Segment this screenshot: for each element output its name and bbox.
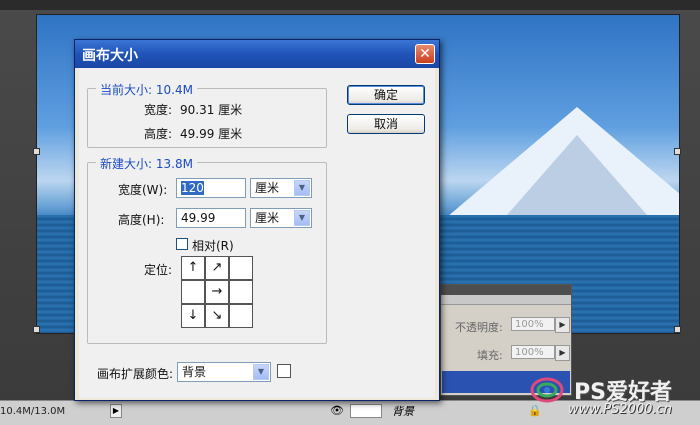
- fill-arrow-icon[interactable]: ▶: [555, 345, 570, 361]
- extension-color-value: 背景: [182, 365, 207, 379]
- new-width-label: 宽度(W):: [118, 183, 168, 197]
- chevron-down-icon[interactable]: ▼: [294, 180, 310, 196]
- layers-panel-menubar[interactable]: [441, 295, 571, 305]
- current-size-legend: 当前大小: 10.4M: [96, 81, 197, 98]
- relative-checkbox[interactable]: [176, 238, 188, 250]
- chevron-down-icon[interactable]: ▼: [253, 364, 269, 380]
- anchor-cell-middle-left[interactable]: [181, 280, 205, 304]
- watermark-logo-icon: [530, 377, 564, 403]
- cancel-button[interactable]: 取消: [347, 114, 425, 134]
- current-width-value: 90.31 厘米: [180, 103, 243, 117]
- new-height-unit: 厘米: [255, 211, 280, 225]
- eye-icon[interactable]: 👁: [330, 404, 344, 417]
- anchor-cell-bottom-right[interactable]: [229, 304, 253, 328]
- close-icon[interactable]: ✕: [415, 44, 435, 64]
- anchor-cell-bottom-center[interactable]: ↘: [205, 304, 229, 328]
- extension-color-swatch[interactable]: [277, 364, 291, 378]
- extension-color-select[interactable]: 背景 ▼: [177, 362, 271, 382]
- workspace-top-strip: [0, 0, 700, 10]
- current-height-label: 高度:: [144, 127, 173, 141]
- dialog-body: 当前大小: 10.4M 宽度: 90.31 厘米 高度: 49.99 厘米 确定…: [79, 68, 435, 398]
- opacity-field[interactable]: 100%: [511, 317, 555, 331]
- status-menu-arrow-icon[interactable]: ▶: [110, 404, 122, 418]
- ok-button[interactable]: 确定: [347, 85, 425, 105]
- chevron-down-icon[interactable]: ▼: [294, 210, 310, 226]
- anchor-grid: ↑ ↗ → ↓ ↘: [181, 256, 253, 328]
- layer-name[interactable]: 背景: [392, 403, 414, 419]
- document-size-text: 10.4M/13.0M: [0, 406, 66, 417]
- canvas-handle-bottom-right[interactable]: [674, 326, 681, 333]
- canvas-handle-bottom-left[interactable]: [33, 326, 40, 333]
- opacity-row: 不透明度: 100% ▶: [449, 317, 570, 335]
- anchor-label: 定位:: [144, 263, 173, 277]
- watermark: PS爱好者 www.PS2000.cn: [530, 372, 700, 422]
- new-width-unit-select[interactable]: 厘米 ▼: [250, 178, 312, 198]
- fill-field[interactable]: 100%: [511, 345, 555, 359]
- new-height-value: 49.99: [181, 211, 216, 225]
- anchor-cell-top-left[interactable]: ↑: [181, 256, 205, 280]
- new-size-legend: 新建大小: 13.8M: [96, 155, 197, 172]
- canvas-size-dialog: 画布大小 ✕ 当前大小: 10.4M 宽度: 90.31 厘米 高度: 49.9…: [74, 39, 440, 401]
- canvas-handle-left[interactable]: [33, 148, 40, 155]
- current-height-value: 49.99 厘米: [180, 127, 243, 141]
- layer-thumbnail: [350, 404, 382, 418]
- anchor-cell-top-right[interactable]: [229, 256, 253, 280]
- new-height-input[interactable]: 49.99: [176, 208, 246, 228]
- new-width-value: 120: [181, 181, 204, 195]
- new-height-unit-select[interactable]: 厘米 ▼: [250, 208, 312, 228]
- current-width-label: 宽度:: [144, 103, 173, 117]
- new-height-label: 高度(H):: [118, 213, 165, 227]
- anchor-cell-middle-right[interactable]: [229, 280, 253, 304]
- fill-label: 填充:: [477, 349, 503, 362]
- extension-color-label: 画布扩展颜色:: [97, 367, 174, 381]
- anchor-cell-middle-center[interactable]: →: [205, 280, 229, 304]
- current-size-group: 当前大小: 10.4M 宽度: 90.31 厘米 高度: 49.99 厘米: [87, 81, 327, 148]
- opacity-arrow-icon[interactable]: ▶: [555, 317, 570, 333]
- mountain-shade: [507, 135, 647, 215]
- new-width-unit: 厘米: [255, 181, 280, 195]
- new-width-input[interactable]: 120: [176, 178, 246, 198]
- relative-label[interactable]: 相对(R): [192, 237, 234, 254]
- fill-row: 填充: 100% ▶: [449, 345, 570, 363]
- dialog-titlebar[interactable]: 画布大小 ✕: [75, 40, 439, 68]
- anchor-cell-top-center[interactable]: ↗: [205, 256, 229, 280]
- watermark-url: www.PS2000.cn: [568, 402, 672, 417]
- opacity-label: 不透明度:: [455, 321, 503, 334]
- dialog-title: 画布大小: [82, 48, 138, 64]
- layers-panel-titlebar[interactable]: [441, 285, 571, 295]
- canvas-handle-right[interactable]: [674, 148, 681, 155]
- anchor-cell-bottom-left[interactable]: ↓: [181, 304, 205, 328]
